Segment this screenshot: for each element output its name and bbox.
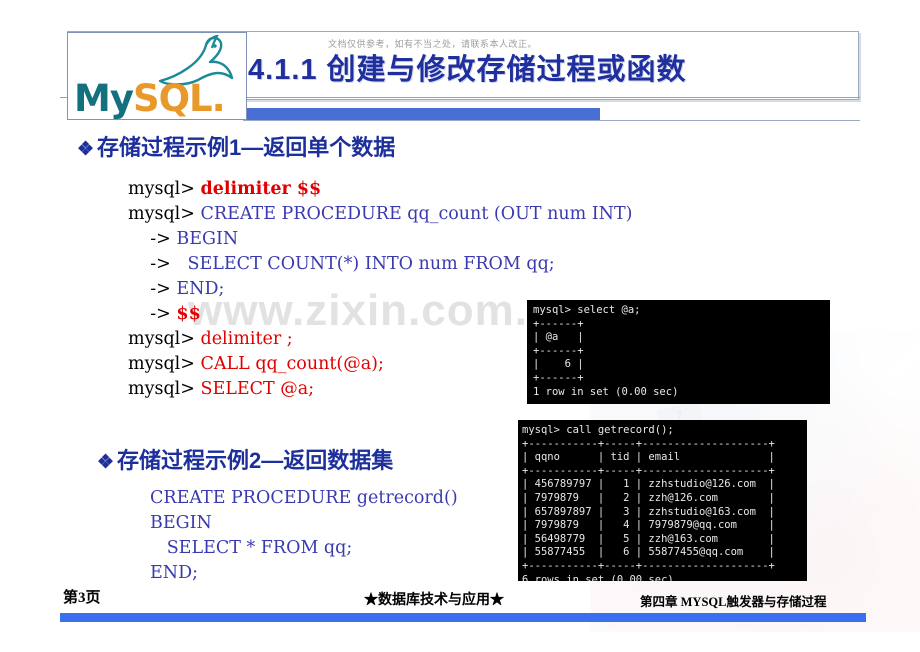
page-title: 4.1.1 创建与修改存储过程或函数 xyxy=(248,54,687,86)
logo-text-my: My xyxy=(74,77,134,120)
code-prompt: mysql> xyxy=(128,379,201,399)
footer-page-number: 第3页 xyxy=(63,590,101,606)
code-prompt: -> xyxy=(128,254,177,274)
code-statement: END; xyxy=(176,279,225,299)
title-accent-bar xyxy=(245,108,600,120)
section-heading-1-label: 存储过程示例1—返回单个数据 xyxy=(97,135,396,160)
code-statement: CALL qq_count(@a); xyxy=(200,354,384,374)
code-block-example-2: CREATE PROCEDURE getrecord() BEGIN SELECT… xyxy=(150,486,458,586)
code-statement: $$ xyxy=(176,304,201,324)
code-prompt: mysql> xyxy=(128,354,201,374)
slide: X 9 3 5 7 MySQL. 文档仅供参考，如有不当之处，请联系本人改正。 … xyxy=(0,0,920,652)
footer-chapter-title: 第四章 MYSQL触发器与存储过程 xyxy=(640,595,827,609)
code-line: -> BEGIN xyxy=(128,227,633,252)
footer-course-title: ★数据库技术与应用★ xyxy=(364,593,504,608)
footer-accent-bar xyxy=(60,613,866,622)
code-line: mysql> delimiter $$ xyxy=(128,177,633,202)
mysql-logo: MySQL. xyxy=(67,32,247,120)
mysql-wordmark: MySQL. xyxy=(74,77,226,120)
logo-text-dot: . xyxy=(211,77,226,120)
code-statement: delimiter ; xyxy=(200,329,293,349)
code-prompt: mysql> xyxy=(128,329,201,349)
bullet-diamond-icon-2: ❖ xyxy=(97,452,115,473)
code-line: BEGIN xyxy=(150,513,212,533)
code-prompt: -> xyxy=(128,229,177,249)
code-line: SELECT * FROM qq; xyxy=(150,538,353,558)
code-prompt: -> xyxy=(128,304,177,324)
code-statement: SELECT @a; xyxy=(200,379,315,399)
code-statement: BEGIN xyxy=(176,229,239,249)
section-heading-2: ❖ 存储过程示例2—返回数据集 xyxy=(97,443,393,475)
code-line: -> END; xyxy=(128,277,633,302)
section-heading-2-label: 存储过程示例2—返回数据集 xyxy=(117,448,394,473)
terminal-screenshot-call-getrecord: mysql> call getrecord(); +-----------+--… xyxy=(518,420,807,581)
code-statement: CREATE PROCEDURE qq_count (OUT num INT) xyxy=(200,204,633,224)
terminal-screenshot-select-at-a: mysql> select @a; +------+ | @a | +-----… xyxy=(527,300,830,404)
code-prompt: mysql> xyxy=(128,179,201,199)
header-divider-line-2 xyxy=(243,120,860,121)
code-statement: SELECT COUNT(*) INTO num FROM qq; xyxy=(176,254,555,274)
code-line: mysql> CREATE PROCEDURE qq_count (OUT nu… xyxy=(128,202,633,227)
code-statement: delimiter $$ xyxy=(200,179,322,199)
code-prompt: mysql> xyxy=(128,204,201,224)
section-heading-1: ❖ 存储过程示例1—返回单个数据 xyxy=(77,130,395,162)
code-line: -> SELECT COUNT(*) INTO num FROM qq; xyxy=(128,252,633,277)
bullet-diamond-icon: ❖ xyxy=(77,139,95,160)
code-prompt: -> xyxy=(128,279,177,299)
logo-text-sql: SQL xyxy=(132,77,213,120)
code-line: END; xyxy=(150,563,199,583)
code-line: CREATE PROCEDURE getrecord() xyxy=(150,488,458,508)
